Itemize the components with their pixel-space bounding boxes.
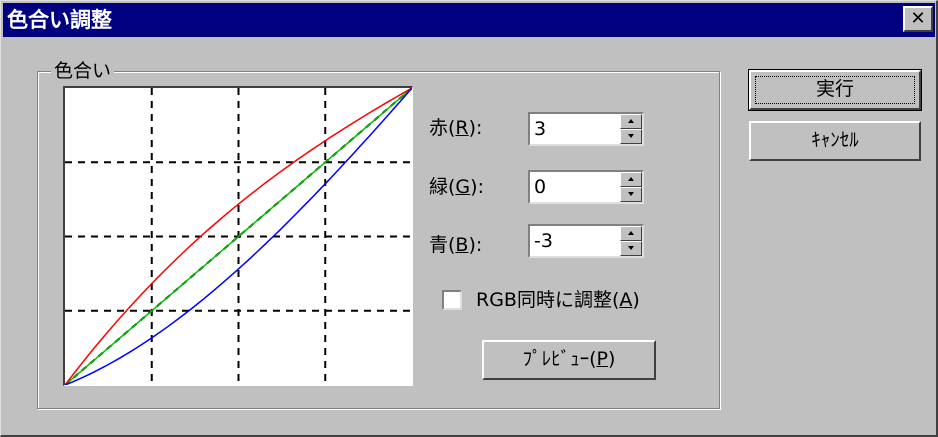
green-spinbox[interactable]: 0 [528, 170, 644, 204]
rgb-sync-label-text: RGB同時に調整( [476, 289, 620, 311]
window-title: 色合い調整 [7, 8, 112, 32]
execute-button[interactable]: 実行 [748, 69, 922, 111]
green-label-text: 緑( [429, 176, 456, 198]
arrow-down-icon [628, 192, 634, 196]
preview-label-text: ﾌﾟﾚﾋﾞｭｰ( [522, 348, 597, 370]
green-value[interactable]: 0 [534, 175, 546, 199]
red-label-text: 赤( [429, 117, 456, 139]
blue-increment-button[interactable] [620, 226, 642, 241]
cancel-button[interactable]: ｷｬﾝｾﾙ [749, 121, 921, 161]
red-label-suffix: ): [468, 117, 483, 139]
green-accesskey: G [455, 176, 471, 198]
red-spinbox[interactable]: 3 [528, 112, 644, 146]
red-decrement-button[interactable] [620, 129, 642, 144]
preview-label-suffix: ) [607, 348, 616, 370]
arrow-up-icon [628, 231, 634, 235]
dialog-window: 色合い調整 ✕ 色合い 赤(R): 3 緑(G): 0 青(B): -3 RGB… [0, 0, 938, 437]
arrow-down-icon [628, 134, 634, 138]
arrow-up-icon [628, 177, 634, 181]
blue-label: 青(B): [429, 233, 482, 257]
preview-button[interactable]: ﾌﾟﾚﾋﾞｭｰ(P) [482, 340, 656, 380]
green-decrement-button[interactable] [620, 187, 642, 202]
blue-value[interactable]: -3 [534, 229, 553, 253]
blue-label-text: 青( [429, 234, 456, 256]
title-bar[interactable]: 色合い調整 ✕ [3, 3, 935, 37]
hue-group-label: 色合い [51, 59, 115, 83]
green-label: 緑(G): [429, 175, 484, 199]
rgb-sync-checkbox[interactable] [442, 290, 462, 310]
green-label-suffix: ): [470, 176, 484, 198]
tone-curve-canvas [65, 88, 412, 385]
preview-accesskey: P [596, 348, 608, 370]
close-button[interactable]: ✕ [903, 6, 933, 32]
red-increment-button[interactable] [620, 114, 642, 129]
blue-accesskey: B [455, 234, 469, 256]
arrow-down-icon [628, 246, 634, 250]
cancel-label: ｷｬﾝｾﾙ [811, 129, 859, 151]
tone-curve-graph [63, 86, 413, 386]
blue-decrement-button[interactable] [620, 241, 642, 256]
rgb-sync-label[interactable]: RGB同時に調整(A) [476, 288, 640, 312]
rgb-sync-accesskey: A [619, 289, 633, 311]
rgb-sync-label-suffix: ) [632, 289, 640, 311]
execute-label: 実行 [815, 78, 854, 100]
blue-label-suffix: ): [468, 234, 483, 256]
red-value[interactable]: 3 [534, 117, 546, 141]
blue-spinbox[interactable]: -3 [528, 224, 644, 258]
red-accesskey: R [455, 117, 469, 139]
close-icon: ✕ [910, 8, 926, 29]
arrow-up-icon [628, 119, 634, 123]
green-increment-button[interactable] [620, 172, 642, 187]
red-label: 赤(R): [429, 116, 482, 140]
